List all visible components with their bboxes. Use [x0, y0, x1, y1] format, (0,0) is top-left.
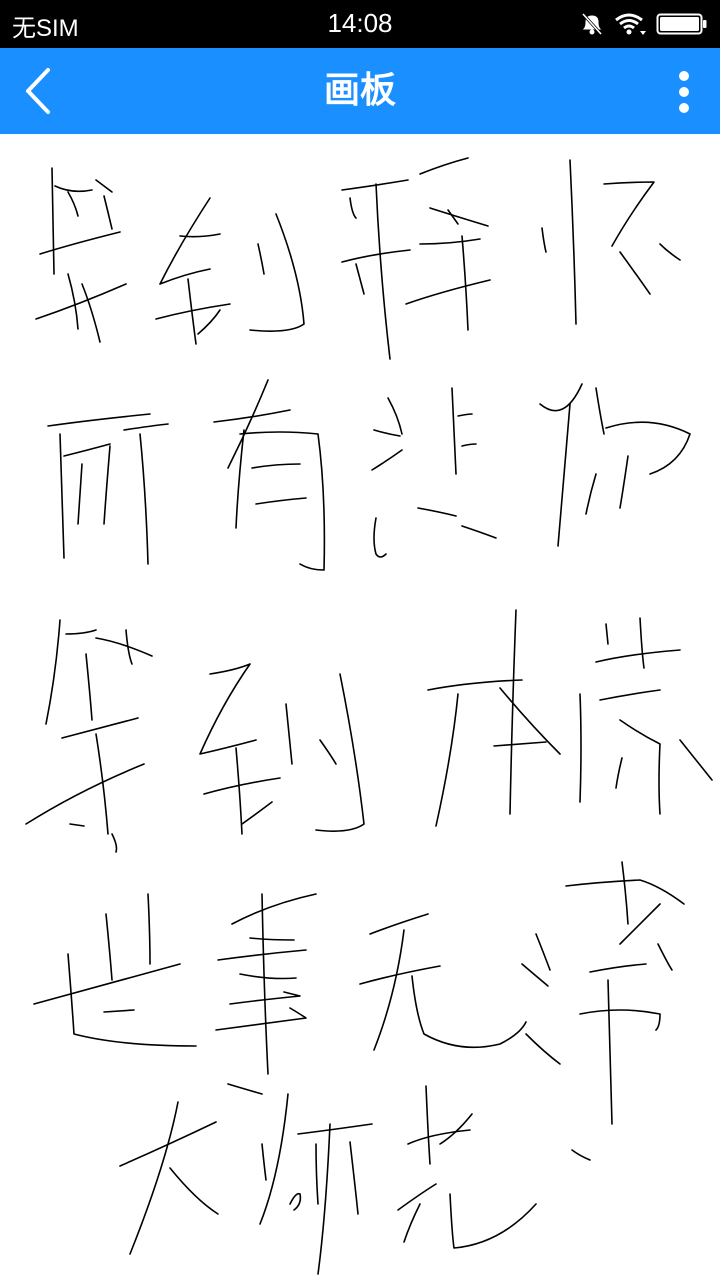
handwritten-char	[579, 617, 713, 815]
wifi-icon	[615, 13, 646, 35]
handwritten-char	[341, 157, 491, 360]
handwritten-char	[371, 387, 497, 558]
handwritten-char	[213, 379, 326, 571]
handwritten-char	[427, 609, 561, 827]
drawing-canvas[interactable]	[0, 134, 720, 1280]
mute-icon	[581, 12, 603, 36]
handwritten-char	[259, 1093, 373, 1275]
handwritten-char	[25, 619, 153, 853]
handwritten-char	[541, 159, 681, 325]
status-icons	[580, 10, 708, 38]
handwritten-char	[539, 383, 691, 547]
handwritten-char	[215, 893, 317, 1095]
handwritten-char	[119, 1101, 219, 1255]
page-title: 画板	[323, 70, 396, 111]
more-vertical-icon[interactable]	[668, 70, 700, 114]
handwritten-char	[155, 197, 305, 345]
handwritten-char	[33, 893, 197, 1047]
app-bar: 画板	[0, 48, 720, 134]
handwriting-strokes	[25, 157, 713, 1275]
handwritten-char	[35, 167, 127, 343]
handwritten-char	[47, 413, 169, 565]
battery-icon	[656, 13, 707, 35]
status-bar: 无SIM 14:08	[0, 0, 720, 48]
handwritten-char	[397, 1085, 537, 1249]
handwritten-char	[199, 663, 365, 835]
handwritten-char	[359, 913, 527, 1051]
handwritten-char	[521, 861, 685, 1161]
